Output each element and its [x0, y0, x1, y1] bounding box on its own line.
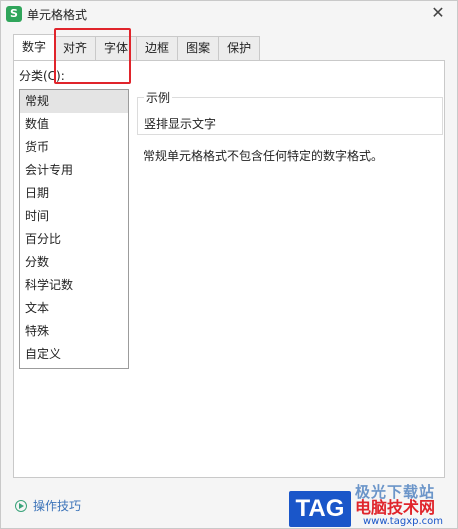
tab-font[interactable]: 字体 — [95, 36, 138, 60]
category-item-number[interactable]: 数值 — [20, 113, 128, 136]
dialog-title: 单元格格式 — [27, 8, 88, 22]
category-list[interactable]: 常规 数值 货币 会计专用 日期 时间 百分比 分数 科学记数 文本 特殊 自定… — [19, 89, 129, 369]
sample-value: 竖排显示文字 — [144, 117, 217, 131]
tab-alignment[interactable]: 对齐 — [54, 36, 97, 60]
tips-label: 操作技巧 — [33, 499, 82, 513]
format-description: 常规单元格格式不包含任何特定的数字格式。 — [143, 149, 384, 163]
watermark-url: www.tagxp.com — [363, 516, 443, 527]
sample-title: 示例 — [144, 89, 173, 106]
category-item-accounting[interactable]: 会计专用 — [20, 159, 128, 182]
category-item-custom[interactable]: 自定义 — [20, 343, 128, 366]
close-icon[interactable]: ✕ — [429, 4, 447, 22]
category-item-percentage[interactable]: 百分比 — [20, 228, 128, 251]
category-item-currency[interactable]: 货币 — [20, 136, 128, 159]
tab-bar: 数字 对齐 字体 边框 图案 保护 — [13, 34, 261, 60]
category-label: 分类(C): — [19, 69, 65, 83]
watermark-cn-text: 电脑技术网 — [355, 498, 436, 517]
category-item-fraction[interactable]: 分数 — [20, 251, 128, 274]
sample-group: 示例 竖排显示文字 — [137, 89, 443, 135]
wps-sheet-icon: S — [6, 6, 22, 22]
category-item-special[interactable]: 特殊 — [20, 320, 128, 343]
category-item-date[interactable]: 日期 — [20, 182, 128, 205]
operation-tips-link[interactable]: 操作技巧 — [15, 497, 81, 514]
tab-number[interactable]: 数字 — [13, 34, 56, 60]
format-cells-dialog: S 单元格格式 ✕ 数字 对齐 字体 边框 图案 保护 分类(C): 常规 数值… — [0, 0, 458, 529]
category-item-scientific[interactable]: 科学记数 — [20, 274, 128, 297]
tab-border[interactable]: 边框 — [136, 36, 179, 60]
category-item-text[interactable]: 文本 — [20, 297, 128, 320]
title-bar: S 单元格格式 ✕ — [1, 1, 457, 27]
tab-protection[interactable]: 保护 — [218, 36, 261, 60]
tab-pattern[interactable]: 图案 — [177, 36, 220, 60]
category-item-time[interactable]: 时间 — [20, 205, 128, 228]
category-item-general[interactable]: 常规 — [20, 90, 128, 113]
site-watermark: TAG 极光下载站 电脑技术网 www.tagxp.com — [289, 481, 458, 529]
watermark-tag-logo: TAG — [289, 491, 351, 527]
play-circle-icon — [15, 499, 27, 512]
